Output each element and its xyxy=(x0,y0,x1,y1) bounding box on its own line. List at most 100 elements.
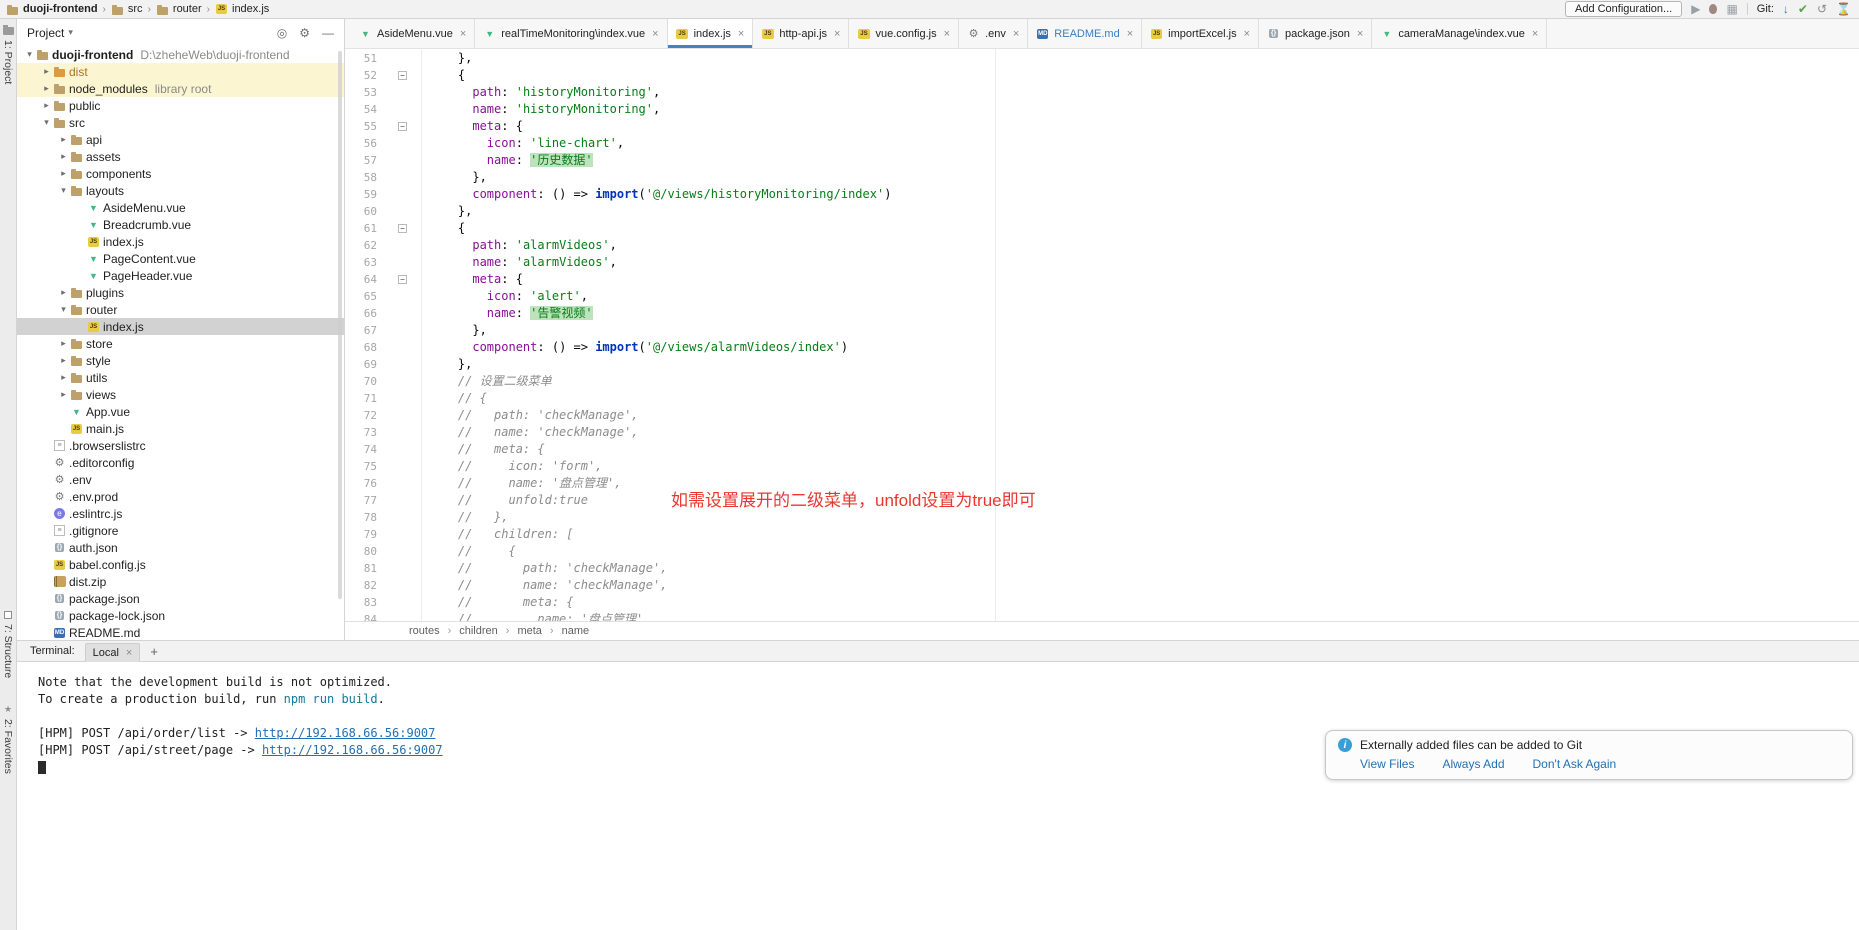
coverage-button[interactable]: ▦ xyxy=(1726,3,1737,15)
close-icon[interactable]: × xyxy=(1013,28,1019,40)
breadcrumb-item-name[interactable]: name xyxy=(562,625,590,637)
tree-item-package-lock.json[interactable]: package-lock.json xyxy=(17,607,344,624)
code-editor[interactable]: 51 },52− {53 path: 'historyMonitoring',5… xyxy=(345,49,1859,621)
close-icon[interactable]: × xyxy=(1127,28,1133,40)
breadcrumb-item-index-js[interactable]: index.js xyxy=(215,3,269,16)
fold-icon[interactable]: − xyxy=(398,224,407,233)
project-panel-title[interactable]: Project xyxy=(27,26,64,40)
tab-vue.config.js[interactable]: vue.config.js× xyxy=(849,19,959,48)
tab-http-api.js[interactable]: http-api.js× xyxy=(753,19,849,48)
run-button[interactable]: ▶ xyxy=(1691,3,1700,15)
close-icon[interactable]: × xyxy=(944,28,950,40)
tree-item-asidemenu.vue[interactable]: AsideMenu.vue xyxy=(17,199,344,216)
tree-item-dist.zip[interactable]: dist.zip xyxy=(17,573,344,590)
tree-item-utils[interactable]: ▸utils xyxy=(17,369,344,386)
close-icon[interactable]: × xyxy=(1357,28,1363,40)
breadcrumb-item-router[interactable]: router xyxy=(156,3,202,16)
close-icon[interactable]: × xyxy=(652,28,658,40)
git-revert-icon[interactable]: ↺ xyxy=(1817,3,1827,15)
always-add-link[interactable]: Always Add xyxy=(1442,757,1504,771)
project-scrollbar[interactable] xyxy=(338,51,342,599)
close-icon[interactable]: × xyxy=(738,28,744,40)
git-commit-icon[interactable]: ✔ xyxy=(1798,3,1808,15)
close-icon[interactable]: × xyxy=(834,28,840,40)
tree-item-components[interactable]: ▸components xyxy=(17,165,344,182)
tree-item-index.js[interactable]: index.js xyxy=(17,233,344,250)
tree-item-store[interactable]: ▸store xyxy=(17,335,344,352)
terminal-link[interactable]: http://192.168.66.56:9007 xyxy=(262,743,443,757)
close-icon[interactable]: × xyxy=(1532,28,1538,40)
tree-item-.eslintrc.js[interactable]: .eslintrc.js xyxy=(17,505,344,522)
close-icon[interactable]: × xyxy=(126,647,132,659)
tree-item-app.vue[interactable]: App.vue xyxy=(17,403,344,420)
chevron-closed-icon[interactable]: ▸ xyxy=(57,355,70,366)
tree-item-.gitignore[interactable]: .gitignore xyxy=(17,522,344,539)
tree-item-node-modules[interactable]: ▸node_moduleslibrary root xyxy=(17,80,344,97)
debug-button[interactable] xyxy=(1709,4,1717,14)
tree-item-.env[interactable]: .env xyxy=(17,471,344,488)
tree-item-plugins[interactable]: ▸plugins xyxy=(17,284,344,301)
tree-item-views[interactable]: ▸views xyxy=(17,386,344,403)
tree-item-assets[interactable]: ▸assets xyxy=(17,148,344,165)
tab-index.js[interactable]: index.js× xyxy=(668,19,754,48)
tab-realtimemonitoring-index.vue[interactable]: realTimeMonitoring\index.vue× xyxy=(475,19,667,48)
terminal[interactable]: Note that the development build is not o… xyxy=(17,662,1859,930)
chevron-closed-icon[interactable]: ▸ xyxy=(57,151,70,162)
close-icon[interactable]: × xyxy=(460,28,466,40)
structure-tool-button[interactable]: 7: Structure xyxy=(0,611,16,678)
chevron-open-icon[interactable]: ▾ xyxy=(57,185,70,196)
tree-item-pagecontent.vue[interactable]: PageContent.vue xyxy=(17,250,344,267)
fold-icon[interactable]: − xyxy=(398,71,407,80)
tab-asidemenu.vue[interactable]: AsideMenu.vue× xyxy=(351,19,475,48)
terminal-link[interactable]: http://192.168.66.56:9007 xyxy=(255,726,436,740)
chevron-closed-icon[interactable]: ▸ xyxy=(57,134,70,145)
tree-item-package.json[interactable]: package.json xyxy=(17,590,344,607)
tree-item-duoji-frontend[interactable]: ▾duoji-frontendD:\zheheWeb\duoji-fronten… xyxy=(17,46,344,63)
breadcrumb-item-children[interactable]: children xyxy=(459,625,498,637)
tree-item-main.js[interactable]: main.js xyxy=(17,420,344,437)
tab-cameramanage-index.vue[interactable]: cameraManage\index.vue× xyxy=(1372,19,1547,48)
tree-item-style[interactable]: ▸style xyxy=(17,352,344,369)
tree-item-.editorconfig[interactable]: .editorconfig xyxy=(17,454,344,471)
dont-ask-again-link[interactable]: Don't Ask Again xyxy=(1533,757,1617,771)
tree-item-dist[interactable]: ▸dist xyxy=(17,63,344,80)
chevron-closed-icon[interactable]: ▸ xyxy=(40,66,53,77)
locate-file-icon[interactable]: ◎ xyxy=(277,26,287,40)
git-update-icon[interactable]: ↓ xyxy=(1783,3,1789,15)
chevron-closed-icon[interactable]: ▸ xyxy=(57,287,70,298)
tree-item-layouts[interactable]: ▾layouts xyxy=(17,182,344,199)
chevron-open-icon[interactable]: ▾ xyxy=(57,304,70,315)
tree-item-babel.config.js[interactable]: babel.config.js xyxy=(17,556,344,573)
chevron-closed-icon[interactable]: ▸ xyxy=(57,168,70,179)
tree-item-.env.prod[interactable]: .env.prod xyxy=(17,488,344,505)
tree-item-public[interactable]: ▸public xyxy=(17,97,344,114)
breadcrumb-item-duoji-frontend[interactable]: duoji-frontend xyxy=(6,3,98,16)
close-icon[interactable]: × xyxy=(1244,28,1250,40)
tab-.env[interactable]: .env× xyxy=(959,19,1028,48)
tree-item-pageheader.vue[interactable]: PageHeader.vue xyxy=(17,267,344,284)
tree-item-index.js[interactable]: index.js xyxy=(17,318,344,335)
tree-item-readme.md[interactable]: README.md xyxy=(17,624,344,640)
fold-icon[interactable]: − xyxy=(398,122,407,131)
tab-package.json[interactable]: package.json× xyxy=(1259,19,1372,48)
chevron-closed-icon[interactable]: ▸ xyxy=(57,389,70,400)
project-tool-button[interactable]: 1: Project xyxy=(0,19,16,84)
tab-importexcel.js[interactable]: importExcel.js× xyxy=(1142,19,1259,48)
tree-item-.browserslistrc[interactable]: .browserslistrc xyxy=(17,437,344,454)
terminal-tab-local[interactable]: Local × xyxy=(85,643,141,662)
tree-item-router[interactable]: ▾router xyxy=(17,301,344,318)
chevron-closed-icon[interactable]: ▸ xyxy=(40,100,53,111)
tree-item-src[interactable]: ▾src xyxy=(17,114,344,131)
chevron-open-icon[interactable]: ▾ xyxy=(40,117,53,128)
fold-icon[interactable]: − xyxy=(398,275,407,284)
favorites-tool-button[interactable]: ★ 2: Favorites xyxy=(0,705,16,774)
view-files-link[interactable]: View Files xyxy=(1360,757,1414,771)
chevron-closed-icon[interactable]: ▸ xyxy=(57,372,70,383)
git-history-icon[interactable]: ⌛ xyxy=(1836,3,1851,15)
breadcrumb-item-meta[interactable]: meta xyxy=(517,625,541,637)
chevron-closed-icon[interactable]: ▸ xyxy=(40,83,53,94)
breadcrumb-item-routes[interactable]: routes xyxy=(409,625,440,637)
breadcrumb-item-src[interactable]: src xyxy=(111,3,143,16)
chevron-open-icon[interactable]: ▾ xyxy=(23,49,36,60)
chevron-down-icon[interactable]: ▾ xyxy=(68,27,73,38)
